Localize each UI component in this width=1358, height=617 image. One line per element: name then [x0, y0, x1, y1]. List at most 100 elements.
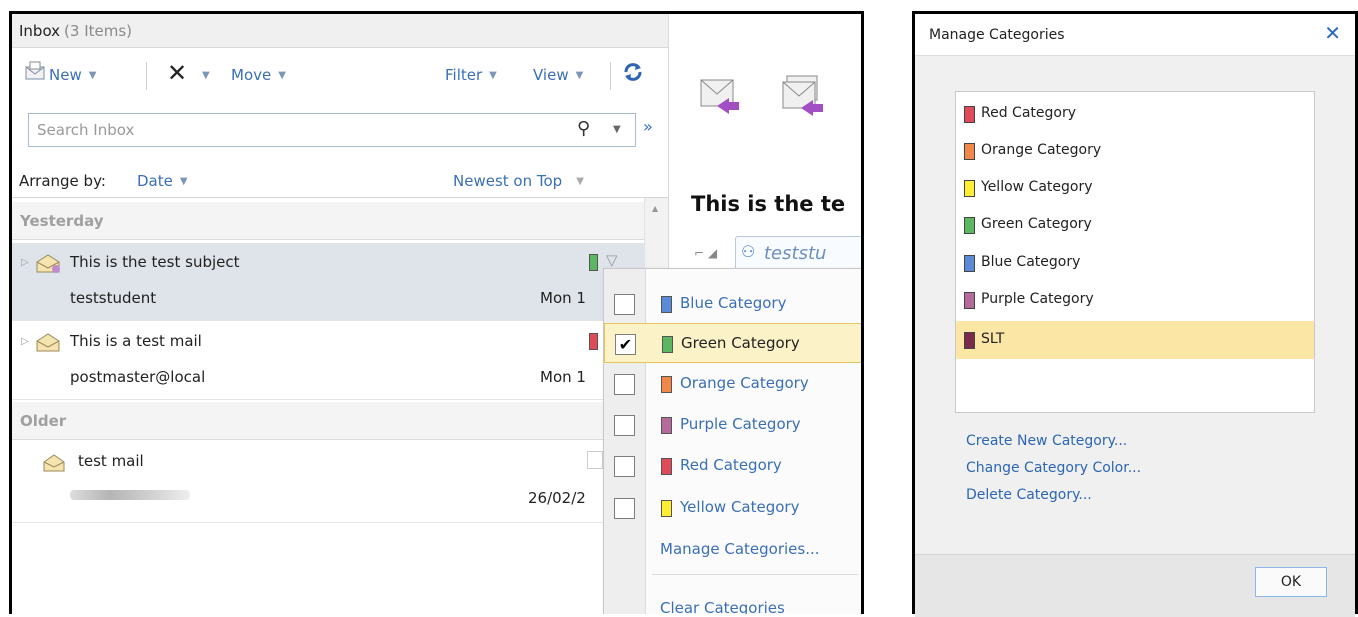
group-header-older[interactable]: Older [12, 402, 644, 440]
menu-item-orange-category[interactable]: Orange Category [604, 364, 861, 404]
menu-separator [652, 574, 858, 575]
outlook-window: Inbox (3 Items) New ▼ ✕ ▼ Move ▼ Filter ▼ Vi… [9, 11, 864, 614]
category-color-swatch [964, 143, 975, 160]
message-row[interactable]: ▷ This is a test mail postmaster@local M… [12, 322, 644, 400]
category-swatch[interactable] [589, 254, 598, 271]
reply-all-icon[interactable] [777, 72, 827, 120]
category-label: Red Category [981, 105, 1076, 121]
chevron-down-icon[interactable]: ▼ [180, 176, 188, 187]
arrange-by-label: Arrange by: [19, 172, 106, 190]
menu-item-manage-categories[interactable]: Manage Categories... [604, 530, 861, 570]
category-item-red[interactable]: Red Category [956, 95, 1314, 133]
sender-expand-icon[interactable]: ⌐ ◢ [694, 246, 717, 260]
category-color-swatch [662, 336, 673, 353]
category-label: Blue Category [981, 254, 1081, 270]
search-icon[interactable]: ⚲ [577, 118, 590, 139]
chevron-down-icon[interactable]: ▼ [278, 70, 286, 81]
category-item-green[interactable]: Green Category [956, 206, 1314, 244]
category-checkbox[interactable] [614, 294, 635, 315]
expand-search-icon[interactable]: » [643, 117, 653, 136]
message-sender: postmaster@local [70, 368, 206, 386]
flag-icon[interactable]: ▽ [606, 251, 618, 269]
delete-icon[interactable]: ✕ [167, 59, 187, 87]
contact-icon: ⚇ [741, 242, 756, 261]
category-checkbox[interactable] [614, 374, 635, 395]
category-color-swatch [661, 296, 672, 313]
move-button[interactable]: Move ▼ [231, 66, 286, 84]
group-header-yesterday[interactable]: Yesterday [12, 202, 644, 240]
message-date: Mon 1 [540, 368, 586, 386]
redacted-sender [70, 490, 190, 500]
move-button-label: Move [231, 66, 272, 84]
toolbar-divider [610, 62, 611, 90]
scroll-up-icon[interactable]: ▲ [652, 204, 658, 213]
reply-icon[interactable] [695, 72, 741, 120]
category-item-yellow[interactable]: Yellow Category [956, 169, 1314, 207]
chevron-down-icon[interactable]: ▼ [202, 70, 210, 81]
category-item-orange[interactable]: Orange Category [956, 132, 1314, 170]
message-row[interactable]: ▷ This is the test subject teststudent M… [12, 243, 644, 321]
menu-item-label: Yellow Category [680, 498, 800, 516]
category-color-swatch [964, 106, 975, 123]
menu-item-label: Clear Categories [660, 599, 785, 614]
sender-name: teststu [764, 243, 827, 264]
menu-item-label: Orange Category [680, 374, 809, 392]
category-color-swatch [964, 332, 975, 349]
sort-order-label: Newest on Top [453, 172, 563, 190]
change-color-link[interactable]: Change Category Color... [966, 460, 1141, 476]
menu-item-green-category[interactable]: ✔ Green Category [604, 323, 861, 363]
new-mail-icon[interactable] [24, 60, 48, 86]
filter-button-label: Filter [445, 66, 483, 84]
category-swatch[interactable] [587, 451, 603, 469]
category-swatch[interactable] [589, 333, 598, 350]
category-item-purple[interactable]: Purple Category [956, 281, 1314, 319]
expand-conversation-icon[interactable]: ▷ [21, 336, 29, 347]
envelope-open-icon [42, 453, 66, 477]
menu-item-label: Green Category [681, 334, 800, 352]
sender-chip[interactable]: ⚇ teststu [735, 236, 861, 270]
category-checkbox[interactable] [614, 498, 635, 519]
category-list[interactable]: Red Category Orange Category Yellow Cate… [955, 91, 1315, 413]
arrange-bar: Arrange by: Date ▼ Newest on Top ▼ [12, 162, 668, 198]
menu-item-label: Manage Categories... [660, 540, 820, 558]
chevron-down-icon[interactable]: ▼ [576, 70, 584, 81]
view-button[interactable]: View ▼ [533, 66, 583, 84]
chevron-down-icon[interactable]: ▼ [576, 176, 584, 187]
chevron-down-icon[interactable]: ▼ [613, 124, 621, 135]
group-label: Yesterday [20, 212, 104, 230]
menu-item-blue-category[interactable]: Blue Category [604, 284, 861, 324]
dialog-title: Manage Categories [929, 27, 1065, 43]
manage-categories-dialog: Manage Categories ✕ Red Category Orange … [912, 11, 1358, 617]
message-sender: teststudent [70, 289, 157, 307]
chevron-down-icon[interactable]: ▼ [89, 70, 97, 81]
search-input[interactable]: Search Inbox ⚲ ▼ [28, 113, 636, 147]
ok-button-label: OK [1280, 574, 1302, 590]
category-color-swatch [661, 376, 672, 393]
toolbar: New ▼ ✕ ▼ Move ▼ Filter ▼ View ▼ [12, 49, 668, 99]
filter-button[interactable]: Filter ▼ [445, 66, 497, 84]
message-row[interactable]: test mail 26/02/2 [12, 441, 644, 523]
category-item-blue[interactable]: Blue Category [956, 244, 1314, 282]
menu-item-purple-category[interactable]: Purple Category [604, 405, 861, 445]
delete-category-link[interactable]: Delete Category... [966, 487, 1092, 503]
sort-order-dropdown[interactable]: Newest on Top ▼ [453, 172, 584, 190]
category-checkbox[interactable]: ✔ [615, 334, 636, 355]
category-label: Orange Category [981, 142, 1102, 158]
menu-item-clear-categories[interactable]: Clear Categories [604, 589, 861, 614]
ok-button[interactable]: OK [1255, 567, 1327, 597]
message-subject: This is the test subject [70, 253, 240, 271]
category-color-swatch [964, 255, 975, 272]
chevron-down-icon[interactable]: ▼ [489, 70, 497, 81]
new-button[interactable]: New ▼ [49, 66, 96, 84]
create-category-link[interactable]: Create New Category... [966, 433, 1127, 449]
category-checkbox[interactable] [614, 415, 635, 436]
category-checkbox[interactable] [614, 456, 635, 477]
refresh-icon[interactable] [622, 61, 644, 87]
category-label: Green Category [981, 216, 1092, 232]
close-icon[interactable]: ✕ [1324, 21, 1341, 45]
menu-item-red-category[interactable]: Red Category [604, 446, 861, 486]
menu-item-yellow-category[interactable]: Yellow Category [604, 488, 861, 528]
category-item-slt[interactable]: SLT [956, 321, 1314, 359]
expand-conversation-icon[interactable]: ▷ [21, 257, 29, 268]
arrange-by-dropdown[interactable]: Date ▼ [137, 172, 188, 190]
